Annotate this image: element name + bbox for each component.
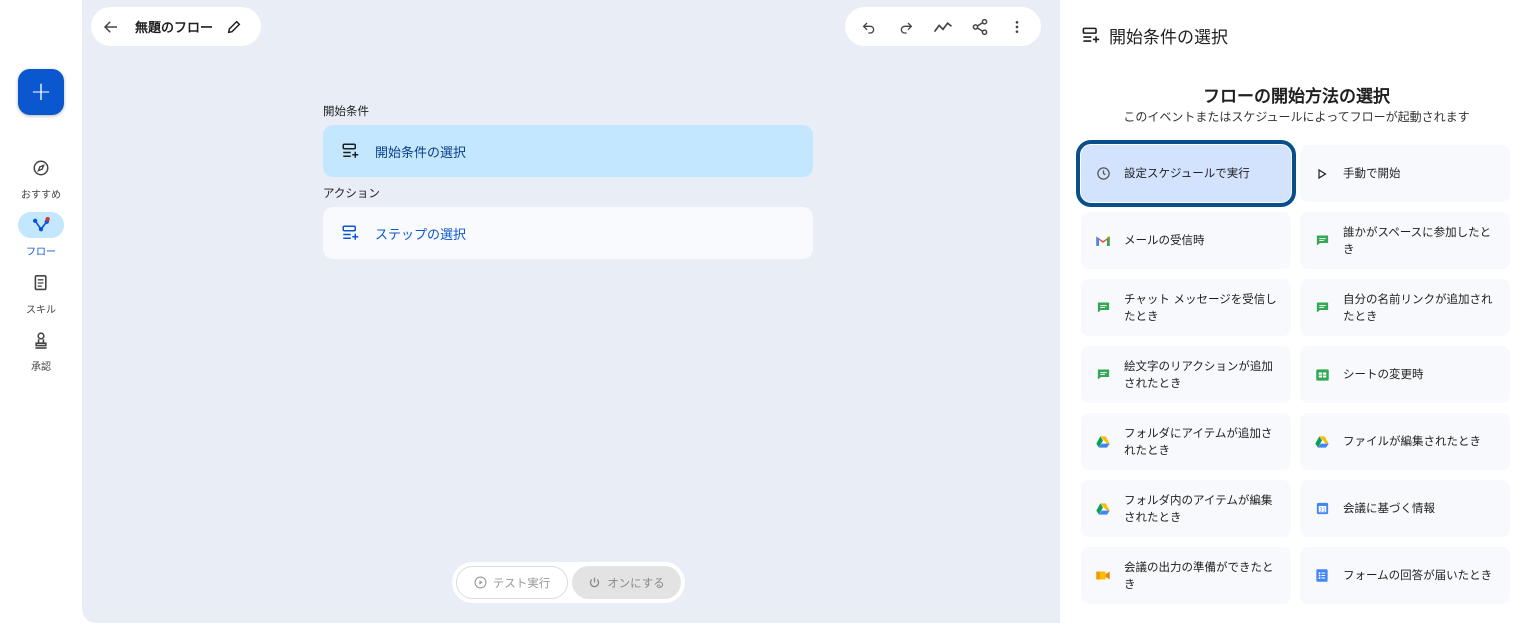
test-run-button[interactable]: テスト実行 (456, 566, 568, 599)
activity-button[interactable] (925, 9, 961, 45)
activity-icon (933, 21, 952, 32)
trigger-option-folder-item-added[interactable]: フォルダにアイテムが追加されたとき (1081, 413, 1291, 470)
nav-label-recommended: おすすめ (21, 190, 61, 201)
nav-label-approvals: 承認 (31, 362, 51, 373)
trigger-option-label: 会議に基づく情報 (1343, 501, 1435, 515)
trigger-picker-panel: 開始条件の選択 フローの開始方法の選択 このイベントまたはスケジュールによってフ… (1060, 4, 1520, 616)
turn-on-label: オンにする (607, 575, 665, 590)
share-icon (972, 18, 988, 35)
nav-item-flows[interactable]: フロー (10, 212, 72, 258)
chat-icon (1314, 300, 1330, 316)
undo-icon (863, 22, 875, 34)
more-vert-icon (1015, 20, 1018, 33)
svg-text:31: 31 (1319, 507, 1325, 513)
nav-rail: + おすすめ フロー スキル 承認 (0, 0, 82, 635)
trigger-option-form-response[interactable]: フォームの回答が届いたとき (1300, 547, 1510, 604)
chat-icon (1314, 233, 1330, 249)
flow-canvas: 無題のフロー 開始条件 開始条件の選択 アクション ステップの選択 テスト実行 … (82, 0, 1060, 623)
forms-icon (1314, 568, 1330, 584)
flow-icon (18, 212, 64, 238)
approval-icon (18, 327, 64, 353)
trigger-option-label: 絵文字のリアクションが追加されたとき (1124, 358, 1273, 390)
clock-icon (1095, 166, 1111, 182)
nav-label-skills: スキル (26, 305, 56, 316)
toolbar (845, 7, 1041, 46)
trigger-option-schedule[interactable]: 設定スケジュールで実行 (1076, 140, 1296, 207)
flow-title[interactable]: 無題のフロー (135, 17, 213, 36)
turn-on-button[interactable]: オンにする (572, 566, 681, 599)
power-icon (589, 577, 600, 588)
undo-button[interactable] (851, 9, 887, 45)
play-icon (1314, 166, 1330, 182)
trigger-option-chat-message[interactable]: チャット メッセージを受信したとき (1081, 279, 1291, 336)
app-root: + おすすめ フロー スキル 承認 無題のフロー 開始条件 開始条件の選択 アク… (0, 0, 1520, 635)
trigger-option-label: 誰かがスペースに参加したとき (1343, 224, 1492, 256)
gmail-icon (1095, 233, 1111, 249)
drive-icon (1095, 501, 1111, 517)
more-button[interactable] (999, 9, 1035, 45)
add-step-icon (342, 225, 359, 240)
create-button[interactable]: + (18, 69, 64, 115)
trigger-option-label: フォルダにアイテムが追加されたとき (1124, 425, 1273, 457)
trigger-card-label: 開始条件の選択 (375, 145, 467, 161)
trigger-option-file-edited[interactable]: ファイルが編集されたとき (1300, 413, 1510, 470)
drive-icon (1314, 434, 1330, 450)
play-circle-icon (474, 576, 487, 589)
add-step-icon (342, 143, 359, 158)
skill-icon (18, 270, 64, 296)
trigger-card[interactable]: 開始条件の選択 (323, 125, 813, 177)
trigger-option-label: 会議の出力の準備ができたとき (1124, 559, 1274, 591)
trigger-option-email[interactable]: メールの受信時 (1081, 212, 1291, 269)
panel-subheading: このイベントまたはスケジュールによってフローが起動されます (1123, 110, 1470, 124)
pencil-icon (227, 20, 241, 33)
nav-item-recommended[interactable]: おすすめ (10, 155, 72, 201)
trigger-option-label: チャット メッセージを受信したとき (1124, 291, 1277, 323)
nav-item-approvals[interactable]: 承認 (10, 327, 72, 373)
trigger-option-mention[interactable]: 自分の名前リンクが追加されたとき (1300, 279, 1510, 336)
nav-item-skills[interactable]: スキル (10, 270, 72, 316)
trigger-option-space-join[interactable]: 誰かがスペースに参加したとき (1300, 212, 1510, 269)
drive-icon (1095, 434, 1111, 450)
nav-label-flows: フロー (26, 247, 56, 258)
run-controls: テスト実行 オンにする (452, 562, 685, 603)
trigger-option-label: フォルダ内のアイテムが編集されたとき (1124, 492, 1273, 524)
edit-title-button[interactable] (221, 9, 247, 45)
title-bar: 無題のフロー (91, 7, 261, 46)
trigger-option-label: シートの変更時 (1343, 367, 1424, 381)
panel-heading: フローの開始方法の選択 (1203, 87, 1390, 107)
action-section-label: アクション (323, 186, 380, 200)
trigger-option-folder-item-edited[interactable]: フォルダ内のアイテムが編集されたとき (1081, 480, 1291, 537)
chat-icon (1095, 300, 1111, 316)
trigger-option-manual[interactable]: 手動で開始 (1300, 145, 1510, 202)
panel-header: 開始条件の選択 (1081, 23, 1228, 48)
arrow-left-icon (103, 20, 117, 33)
calendar-icon: 31 (1314, 501, 1330, 517)
panel-title: 開始条件の選択 (1109, 28, 1228, 48)
trigger-option-reaction[interactable]: 絵文字のリアクションが追加されたとき (1081, 346, 1291, 403)
trigger-option-label: メールの受信時 (1124, 233, 1205, 247)
trigger-option-label: 自分の名前リンクが追加されたとき (1343, 291, 1493, 323)
trigger-option-label: ファイルが編集されたとき (1343, 434, 1481, 448)
trigger-option-meeting-output[interactable]: 会議の出力の準備ができたとき (1081, 547, 1291, 604)
trigger-option-meeting-info[interactable]: 31 会議に基づく情報 (1300, 480, 1510, 537)
trigger-option-label: 設定スケジュールで実行 (1124, 166, 1250, 180)
redo-button[interactable] (888, 9, 924, 45)
compass-icon (18, 155, 64, 181)
redo-icon (900, 22, 913, 34)
trigger-option-label: 手動で開始 (1343, 166, 1401, 180)
sheets-icon (1314, 367, 1330, 383)
add-step-icon (1082, 27, 1100, 43)
action-card[interactable]: ステップの選択 (323, 207, 813, 259)
trigger-section-label: 開始条件 (323, 104, 369, 118)
trigger-option-sheet-change[interactable]: シートの変更時 (1300, 346, 1510, 403)
action-card-label: ステップの選択 (375, 227, 467, 243)
meet-icon (1095, 568, 1111, 584)
trigger-option-label: フォームの回答が届いたとき (1343, 568, 1493, 582)
test-run-label: テスト実行 (492, 575, 551, 590)
chat-icon (1095, 367, 1111, 383)
back-button[interactable] (93, 9, 129, 45)
share-button[interactable] (962, 9, 998, 45)
